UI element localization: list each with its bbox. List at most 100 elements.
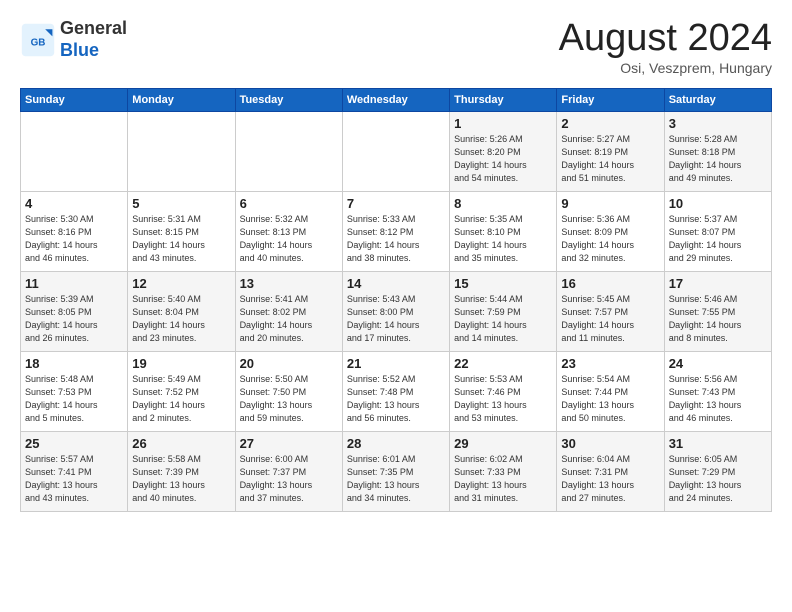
day-cell (235, 111, 342, 191)
day-info: Sunrise: 5:27 AM Sunset: 8:19 PM Dayligh… (561, 133, 659, 185)
day-number: 8 (454, 196, 552, 211)
weekday-header: Tuesday (235, 88, 342, 111)
weekday-header: Sunday (21, 88, 128, 111)
day-info: Sunrise: 5:43 AM Sunset: 8:00 PM Dayligh… (347, 293, 445, 345)
day-info: Sunrise: 5:49 AM Sunset: 7:52 PM Dayligh… (132, 373, 230, 425)
day-number: 29 (454, 436, 552, 451)
logo-general-text: General (60, 18, 127, 38)
day-info: Sunrise: 5:54 AM Sunset: 7:44 PM Dayligh… (561, 373, 659, 425)
day-info: Sunrise: 5:52 AM Sunset: 7:48 PM Dayligh… (347, 373, 445, 425)
day-number: 6 (240, 196, 338, 211)
day-cell: 3 Sunrise: 5:28 AM Sunset: 8:18 PM Daylig… (664, 111, 771, 191)
day-info: Sunrise: 6:05 AM Sunset: 7:29 PM Dayligh… (669, 453, 767, 505)
location: Osi, Veszprem, Hungary (559, 60, 772, 76)
weekday-header: Thursday (450, 88, 557, 111)
week-row: 25Sunrise: 5:57 AM Sunset: 7:41 PM Dayli… (21, 431, 772, 511)
day-info: Sunrise: 6:02 AM Sunset: 7:33 PM Dayligh… (454, 453, 552, 505)
day-number: 18 (25, 356, 123, 371)
day-info: Sunrise: 5:58 AM Sunset: 7:39 PM Dayligh… (132, 453, 230, 505)
day-cell: 17Sunrise: 5:46 AM Sunset: 7:55 PM Dayli… (664, 271, 771, 351)
day-info: Sunrise: 5:39 AM Sunset: 8:05 PM Dayligh… (25, 293, 123, 345)
day-cell: 16 Sunrise: 5:45 AM Sunset: 7:57 PM Dayli… (557, 271, 664, 351)
day-info: Sunrise: 5:45 AM Sunset: 7:57 PM Dayligh… (561, 293, 659, 345)
day-cell: 22 Sunrise: 5:53 AM Sunset: 7:46 PM Dayli… (450, 351, 557, 431)
week-row: 18Sunrise: 5:48 AM Sunset: 7:53 PM Dayli… (21, 351, 772, 431)
svg-text:GB: GB (31, 37, 46, 48)
day-info: Sunrise: 5:35 AM Sunset: 8:10 PM Dayligh… (454, 213, 552, 265)
day-info: Sunrise: 5:40 AM Sunset: 8:04 PM Dayligh… (132, 293, 230, 345)
weekday-header: Saturday (664, 88, 771, 111)
day-number: 19 (132, 356, 230, 371)
day-number: 4 (25, 196, 123, 211)
day-info: Sunrise: 5:26 AM Sunset: 8:20 PM Dayligh… (454, 133, 552, 185)
day-info: Sunrise: 6:00 AM Sunset: 7:37 PM Dayligh… (240, 453, 338, 505)
day-cell: 24 Sunrise: 5:56 AM Sunset: 7:43 PM Dayli… (664, 351, 771, 431)
day-number: 14 (347, 276, 445, 291)
day-cell: 31 Sunrise: 6:05 AM Sunset: 7:29 PM Dayli… (664, 431, 771, 511)
day-cell: 4 Sunrise: 5:30 AM Sunset: 8:16 PM Daylig… (21, 191, 128, 271)
day-cell: 28Sunrise: 6:01 AM Sunset: 7:35 PM Dayli… (342, 431, 449, 511)
day-number: 10 (669, 196, 767, 211)
day-info: Sunrise: 5:32 AM Sunset: 8:13 PM Dayligh… (240, 213, 338, 265)
day-cell: 26Sunrise: 5:58 AM Sunset: 7:39 PM Dayli… (128, 431, 235, 511)
day-cell: 14 Sunrise: 5:43 AM Sunset: 8:00 PM Dayli… (342, 271, 449, 351)
week-row: 11Sunrise: 5:39 AM Sunset: 8:05 PM Dayli… (21, 271, 772, 351)
day-info: Sunrise: 5:50 AM Sunset: 7:50 PM Dayligh… (240, 373, 338, 425)
day-cell: 20 Sunrise: 5:50 AM Sunset: 7:50 PM Dayli… (235, 351, 342, 431)
day-cell (21, 111, 128, 191)
day-number: 1 (454, 116, 552, 131)
day-cell: 19 Sunrise: 5:49 AM Sunset: 7:52 PM Dayli… (128, 351, 235, 431)
day-number: 30 (561, 436, 659, 451)
day-cell: 9Sunrise: 5:36 AM Sunset: 8:09 PM Daylig… (557, 191, 664, 271)
weekday-header: Wednesday (342, 88, 449, 111)
day-cell: 12Sunrise: 5:40 AM Sunset: 8:04 PM Dayli… (128, 271, 235, 351)
day-cell: 25Sunrise: 5:57 AM Sunset: 7:41 PM Dayli… (21, 431, 128, 511)
day-info: Sunrise: 6:04 AM Sunset: 7:31 PM Dayligh… (561, 453, 659, 505)
day-number: 25 (25, 436, 123, 451)
day-cell: 30 Sunrise: 6:04 AM Sunset: 7:31 PM Dayli… (557, 431, 664, 511)
day-cell: 21 Sunrise: 5:52 AM Sunset: 7:48 PM Dayli… (342, 351, 449, 431)
title-block: August 2024 Osi, Veszprem, Hungary (559, 18, 772, 76)
logo-icon: GB (20, 22, 56, 58)
day-cell: 13Sunrise: 5:41 AM Sunset: 8:02 PM Dayli… (235, 271, 342, 351)
week-row: 4 Sunrise: 5:30 AM Sunset: 8:16 PM Daylig… (21, 191, 772, 271)
day-number: 21 (347, 356, 445, 371)
day-cell: 27 Sunrise: 6:00 AM Sunset: 7:37 PM Dayli… (235, 431, 342, 511)
day-cell: 8 Sunrise: 5:35 AM Sunset: 8:10 PM Daylig… (450, 191, 557, 271)
day-number: 3 (669, 116, 767, 131)
day-number: 31 (669, 436, 767, 451)
day-info: Sunrise: 6:01 AM Sunset: 7:35 PM Dayligh… (347, 453, 445, 505)
weekday-header: Friday (557, 88, 664, 111)
day-cell: 18Sunrise: 5:48 AM Sunset: 7:53 PM Dayli… (21, 351, 128, 431)
day-number: 9 (561, 196, 659, 211)
day-number: 13 (240, 276, 338, 291)
month-title: August 2024 (559, 18, 772, 60)
day-info: Sunrise: 5:37 AM Sunset: 8:07 PM Dayligh… (669, 213, 767, 265)
day-number: 22 (454, 356, 552, 371)
day-cell: 6 Sunrise: 5:32 AM Sunset: 8:13 PM Daylig… (235, 191, 342, 271)
day-info: Sunrise: 5:56 AM Sunset: 7:43 PM Dayligh… (669, 373, 767, 425)
week-row: 1 Sunrise: 5:26 AM Sunset: 8:20 PM Daylig… (21, 111, 772, 191)
day-info: Sunrise: 5:33 AM Sunset: 8:12 PM Dayligh… (347, 213, 445, 265)
day-cell: 10 Sunrise: 5:37 AM Sunset: 8:07 PM Dayli… (664, 191, 771, 271)
weekday-header: Monday (128, 88, 235, 111)
day-number: 2 (561, 116, 659, 131)
day-number: 20 (240, 356, 338, 371)
calendar-header: SundayMondayTuesdayWednesdayThursdayFrid… (21, 88, 772, 111)
logo: GB General Blue (20, 18, 127, 61)
day-number: 23 (561, 356, 659, 371)
day-info: Sunrise: 5:28 AM Sunset: 8:18 PM Dayligh… (669, 133, 767, 185)
logo-blue-text: Blue (60, 40, 99, 60)
day-number: 24 (669, 356, 767, 371)
day-number: 27 (240, 436, 338, 451)
day-number: 17 (669, 276, 767, 291)
day-cell: 1 Sunrise: 5:26 AM Sunset: 8:20 PM Daylig… (450, 111, 557, 191)
calendar-table: SundayMondayTuesdayWednesdayThursdayFrid… (20, 88, 772, 512)
day-number: 7 (347, 196, 445, 211)
day-number: 16 (561, 276, 659, 291)
day-cell (128, 111, 235, 191)
day-cell: 29 Sunrise: 6:02 AM Sunset: 7:33 PM Dayli… (450, 431, 557, 511)
day-info: Sunrise: 5:53 AM Sunset: 7:46 PM Dayligh… (454, 373, 552, 425)
day-info: Sunrise: 5:30 AM Sunset: 8:16 PM Dayligh… (25, 213, 123, 265)
day-cell: 2 Sunrise: 5:27 AM Sunset: 8:19 PM Daylig… (557, 111, 664, 191)
